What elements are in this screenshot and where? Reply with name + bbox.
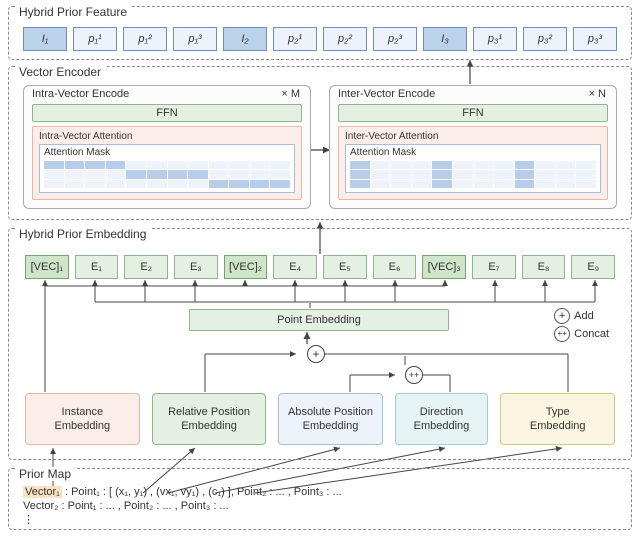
instance-embedding-card: InstanceEmbedding: [25, 393, 140, 445]
legend: + Add ++ Concat: [554, 307, 609, 343]
hpe-title: Hybrid Prior Embedding: [15, 227, 150, 241]
legend-add-label: Add: [574, 310, 594, 322]
feature-token: I₁: [23, 27, 67, 51]
venc-title: Vector Encoder: [15, 65, 105, 79]
vector1-label: Vector₁: [23, 486, 62, 498]
embedding-cards: InstanceEmbedding Relative PositionEmbed…: [25, 393, 615, 445]
point-embedding-box: Point Embedding: [189, 309, 449, 331]
pmap-title: Prior Map: [15, 467, 75, 481]
hybrid-prior-feature-section: Hybrid Prior Feature I₁ p₁¹ p₁² p₁³ I₂ p…: [8, 6, 632, 60]
intra-title: Intra-Vector Encode: [32, 88, 129, 100]
relative-position-embedding-card: Relative PositionEmbedding: [152, 393, 267, 445]
type-embedding-card: TypeEmbedding: [500, 393, 615, 445]
prior-map-body: Vector₁ : Point₁ : [ (x₁, y₁) , (vx₁, vy…: [23, 485, 617, 523]
ffn-box: FFN: [32, 104, 302, 122]
feature-token: p₃²: [523, 27, 567, 51]
hybrid-prior-embedding-section: Hybrid Prior Embedding [VEC]₁ E₁ E₂ E₃ […: [8, 228, 632, 460]
prior-map-section: Prior Map Vector₁ : Point₁ : [ (x₁, y₁) …: [8, 468, 632, 530]
embedding-row: [VEC]₁ E₁ E₂ E₃ [VEC]₂ E₄ E₅ E₆ [VEC]₃ E…: [25, 255, 615, 279]
absolute-position-embedding-card: Absolute PositionEmbedding: [278, 393, 382, 445]
inter-mask-grid: [350, 161, 596, 188]
feature-token: I₂: [223, 27, 267, 51]
embed-token: E₇: [472, 255, 516, 279]
embed-token: [VEC]₃: [422, 255, 466, 279]
attention-mask-box: Attention Mask: [39, 144, 295, 193]
mask-label: Attention Mask: [350, 147, 596, 158]
embed-token: E₅: [323, 255, 367, 279]
embed-token: [VEC]₂: [224, 255, 268, 279]
legend-concat-label: Concat: [574, 328, 609, 340]
feature-token: p₂³: [373, 27, 417, 51]
vector-encoder-section: Vector Encoder Intra-Vector Encode × M F…: [8, 66, 632, 220]
concat-node: ++: [405, 366, 423, 384]
inter-attn-title: Inter-Vector Attention: [345, 131, 601, 142]
ffn-box: FFN: [338, 104, 608, 122]
intra-vector-encode-card: Intra-Vector Encode × M FFN Intra-Vector…: [23, 85, 311, 209]
inter-vector-encode-card: Inter-Vector Encode × N FFN Inter-Vector…: [329, 85, 617, 209]
embed-token: E₂: [124, 255, 168, 279]
inter-attention-box: Inter-Vector Attention Attention Mask: [338, 126, 608, 200]
vector2-line: Vector₂ : Point₁ : ... , Point₂ : ... , …: [23, 499, 617, 513]
embed-token: E₃: [174, 255, 218, 279]
embed-token: E₉: [571, 255, 615, 279]
concat-icon: ++: [554, 326, 570, 342]
inter-mult: × N: [589, 88, 606, 100]
vectors-ellipsis: ⋮: [23, 513, 617, 527]
intra-attention-box: Intra-Vector Attention Attention Mask: [32, 126, 302, 200]
intra-mult: × M: [281, 88, 300, 100]
attention-mask-box: Attention Mask: [345, 144, 601, 193]
hpf-title: Hybrid Prior Feature: [15, 5, 131, 19]
embed-token: E₈: [522, 255, 566, 279]
intra-attn-title: Intra-Vector Attention: [39, 131, 295, 142]
embed-token: [VEC]₁: [25, 255, 69, 279]
feature-token: p₂²: [323, 27, 367, 51]
feature-token: p₃¹: [473, 27, 517, 51]
direction-embedding-card: DirectionEmbedding: [395, 393, 489, 445]
mask-label: Attention Mask: [44, 147, 290, 158]
embed-token: E₆: [373, 255, 417, 279]
add-node: +: [307, 345, 325, 363]
embed-token: E₄: [273, 255, 317, 279]
add-icon: +: [554, 308, 570, 324]
feature-token: p₂¹: [273, 27, 317, 51]
feature-token: p₁²: [123, 27, 167, 51]
feature-token: p₁³: [173, 27, 217, 51]
feature-token: p₃³: [573, 27, 617, 51]
vector1-points: : Point₁ : [ (x₁, y₁) , (vx₁, vy₁) , (c₁…: [62, 486, 342, 498]
intra-mask-grid: [44, 161, 290, 188]
embed-token: E₁: [75, 255, 119, 279]
feature-token: I₃: [423, 27, 467, 51]
feature-token: p₁¹: [73, 27, 117, 51]
inter-title: Inter-Vector Encode: [338, 88, 435, 100]
